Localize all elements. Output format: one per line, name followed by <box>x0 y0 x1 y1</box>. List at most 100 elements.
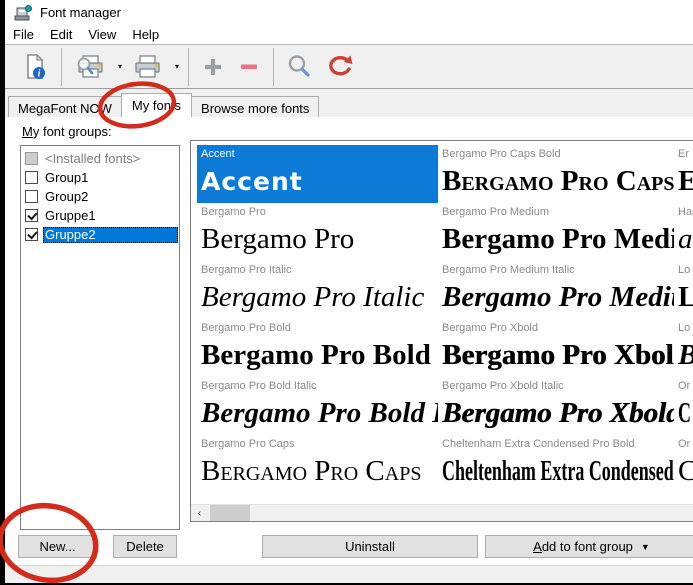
group-name: Gruppe2 <box>43 227 178 243</box>
font-name-label: Bergamo Pro <box>201 206 438 221</box>
toolbar: i ▾ ▾ <box>5 44 693 89</box>
group-checkbox[interactable] <box>25 190 38 203</box>
font-cell[interactable]: LoL <box>674 261 693 319</box>
font-name-label: Bergamo Pro Xbold Italic <box>442 380 674 395</box>
toolbar-separator <box>273 48 274 86</box>
tab-my-fonts[interactable]: My fonts <box>121 93 192 117</box>
svg-text:i: i <box>38 69 41 80</box>
scrollbar-thumb[interactable] <box>210 505 250 522</box>
new-group-button[interactable]: New... <box>18 535 97 558</box>
window-title: Font manager <box>40 5 121 20</box>
font-preview-panel: AccentAccentBergamo ProBergamo ProBergam… <box>190 140 693 522</box>
group-name: Gruppe1 <box>43 208 99 224</box>
font-cell[interactable]: Bergamo Pro Caps BoldBergamo Pro Caps Bo… <box>438 145 674 203</box>
add-icon[interactable] <box>195 48 231 86</box>
font-preview-text: Bergamo Pro <box>201 221 438 259</box>
group-checkbox[interactable] <box>25 171 38 184</box>
font-preview-text: Bergamo Pro Caps Bold <box>442 163 674 201</box>
font-cell[interactable]: Bergamo ProBergamo Pro <box>197 203 438 261</box>
font-preview-text: Bergamo Pro Bold <box>201 337 438 375</box>
toolbar-separator <box>61 48 62 86</box>
font-preview-text: L <box>678 279 693 317</box>
font-preview-text: Bergamo Pro Bold Italic <box>201 395 438 433</box>
delete-group-button[interactable]: Delete <box>113 535 177 558</box>
menu-edit[interactable]: Edit <box>42 26 80 43</box>
font-group-item[interactable]: <Installed fonts> <box>22 149 178 168</box>
font-group-item[interactable]: Gruppe2 <box>22 225 178 244</box>
group-checkbox[interactable] <box>25 152 38 165</box>
font-name-label: Cheltenham Extra Condensed Pro Bold <box>442 438 674 453</box>
font-groups-label-rest: y font groups: <box>33 124 112 139</box>
font-preview-text: C <box>678 453 693 491</box>
menu-view[interactable]: View <box>80 26 124 43</box>
font-cell[interactable]: LoB <box>674 319 693 377</box>
print-preview-icon[interactable] <box>68 48 112 86</box>
add-to-group-rest: dd to font group <box>542 539 633 554</box>
add-to-group-accel: A <box>533 539 542 554</box>
font-grid-column-2: Bergamo Pro Caps BoldBergamo Pro Caps Bo… <box>438 145 674 504</box>
font-cell[interactable]: Bergamo Pro Xbold ItalicBergamo Pro Xbol… <box>438 377 674 435</box>
add-to-font-group-button[interactable]: Add to font group ▼ <box>485 535 693 558</box>
font-preview-text: Bergamo Pro Xbold <box>442 337 674 375</box>
refresh-icon[interactable] <box>319 48 360 86</box>
font-preview-text: B <box>678 337 693 375</box>
font-name-label: Or <box>678 438 693 453</box>
print-dropdown-arrow-icon[interactable]: ▾ <box>172 62 182 71</box>
uninstall-button[interactable]: Uninstall <box>262 535 478 558</box>
font-name-label: Bergamo Pro Bold <box>201 322 438 337</box>
font-name-label: Or <box>678 380 693 395</box>
print-icon[interactable] <box>125 48 169 86</box>
font-cell[interactable]: Bergamo Pro Bold ItalicBergamo Pro Bold … <box>197 377 438 435</box>
group-checkbox[interactable] <box>25 228 38 241</box>
group-checkbox[interactable] <box>25 209 38 222</box>
font-cell[interactable]: ErE <box>674 145 693 203</box>
my-fonts-tab-page: My font groups: <Installed fonts>Group1G… <box>5 117 693 565</box>
font-preview-text: C <box>678 395 693 433</box>
font-preview-text: Bergamo Pro Caps <box>201 453 438 491</box>
font-preview-text: Accent <box>201 163 438 201</box>
font-name-label: Er <box>678 148 693 163</box>
scroll-left-arrow-icon[interactable]: ‹ <box>191 505 208 522</box>
search-icon[interactable] <box>280 48 319 86</box>
dropdown-arrow-icon: ▼ <box>641 542 650 552</box>
font-cell[interactable]: Bergamo Pro BoldBergamo Pro Bold <box>197 319 438 377</box>
font-name-label: Lo <box>678 322 693 337</box>
title-bar: Font manager <box>5 0 693 25</box>
print-preview-dropdown-arrow-icon[interactable]: ▾ <box>115 62 125 71</box>
font-preview-text: Bergamo Pro Medium <box>442 221 674 259</box>
group-name: Group1 <box>43 170 91 186</box>
font-name-label: Ha <box>678 206 693 221</box>
font-cell[interactable]: Bergamo Pro Medium ItalicBergamo Pro Med… <box>438 261 674 319</box>
font-preview-text: E <box>678 163 693 201</box>
font-cell[interactable]: OrC <box>674 377 693 435</box>
horizontal-scrollbar[interactable]: ‹ <box>191 504 693 521</box>
font-groups-list[interactable]: <Installed fonts> Group1Group2 Gruppe1 Grup… <box>20 145 180 530</box>
tab-browse-more-fonts[interactable]: Browse more fonts <box>191 96 319 117</box>
font-group-item[interactable]: Group2 <box>22 187 178 206</box>
font-preview-text: Bergamo Pro Medium Italic <box>442 279 674 317</box>
remove-icon[interactable] <box>231 48 267 86</box>
tab-strip: MegaFont NOWMy fontsBrowse more fonts <box>5 89 693 117</box>
font-preview-text: Bergamo Pro Xbold Italic <box>442 395 674 433</box>
status-bar <box>0 565 693 585</box>
app-icon <box>13 4 33 22</box>
font-cell[interactable]: AccentAccent <box>197 145 438 203</box>
font-name-label: Bergamo Pro Caps <box>201 438 438 453</box>
font-cell[interactable]: Bergamo Pro XboldBergamo Pro Xbold <box>438 319 674 377</box>
menu-bar: FileEditViewHelp <box>5 25 693 44</box>
file-info-icon[interactable]: i <box>15 48 55 86</box>
font-cell[interactable]: Bergamo Pro ItalicBergamo Pro Italic <box>197 261 438 319</box>
font-name-label: Bergamo Pro Medium <box>442 206 674 221</box>
font-cell[interactable]: Haa <box>674 203 693 261</box>
font-cell[interactable]: Bergamo Pro CapsBergamo Pro Caps <box>197 435 438 493</box>
font-group-item[interactable]: Gruppe1 <box>22 206 178 225</box>
font-group-item[interactable]: Group1 <box>22 168 178 187</box>
font-cell[interactable]: OrC <box>674 435 693 493</box>
font-cell[interactable]: Cheltenham Extra Condensed Pro BoldChelt… <box>438 435 674 493</box>
menu-help[interactable]: Help <box>124 26 167 43</box>
font-cell[interactable]: Bergamo Pro MediumBergamo Pro Medium <box>438 203 674 261</box>
tab-megafont-now[interactable]: MegaFont NOW <box>8 96 122 117</box>
menu-file[interactable]: File <box>5 26 42 43</box>
font-groups-label-accel: M <box>22 124 33 139</box>
font-name-label: Lo <box>678 264 693 279</box>
